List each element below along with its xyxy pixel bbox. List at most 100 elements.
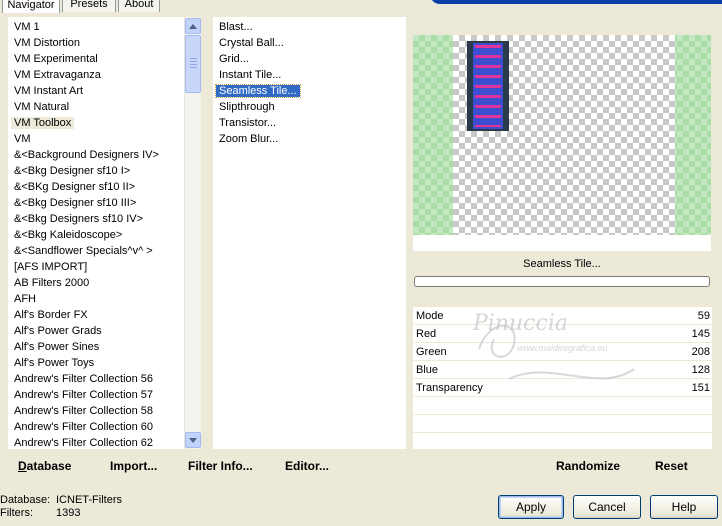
category-item[interactable]: &<Sandflower Specials^v^ > [11, 243, 156, 259]
category-item-label: VM Distortion [14, 37, 81, 49]
category-item[interactable]: Andrew's Filter Collection 56 [11, 371, 156, 387]
category-item[interactable]: VM Instant Art [11, 83, 86, 99]
category-item-label: Andrew's Filter Collection 62 [14, 437, 154, 449]
filter-list[interactable]: Blast... Crystal Ball... Grid... Instant Ti… [213, 17, 406, 449]
status-filters-label: Filters: [0, 507, 33, 519]
randomize-button[interactable]: Randomize [556, 459, 620, 473]
category-item-label: VM Instant Art [14, 85, 84, 97]
category-item-label: &<Background Designers IV> [14, 149, 159, 161]
filter-item[interactable]: Instant Tile... [216, 67, 284, 83]
status-database-label: Database: [0, 494, 51, 506]
param-value: 59 [697, 310, 710, 322]
category-item-label: Andrew's Filter Collection 57 [14, 389, 154, 401]
filter-item-label: Grid... [219, 53, 249, 65]
param-row [413, 433, 712, 451]
filter-item-label: Seamless Tile... [215, 84, 301, 98]
scroll-thumb[interactable] [185, 35, 201, 93]
tab-presets[interactable]: Presets [62, 0, 116, 12]
category-item[interactable]: &<Bkg Designer sf10 I> [11, 163, 133, 179]
param-label: Green [416, 346, 447, 358]
status-database-value: ICNET-Filters [56, 494, 122, 506]
preview-canvas[interactable] [413, 35, 711, 235]
filter-info-button[interactable]: Filter Info... [188, 459, 253, 473]
category-item[interactable]: AFH [11, 291, 39, 307]
filter-item[interactable]: Seamless Tile... [215, 83, 301, 99]
param-row[interactable]: Blue 128 [413, 361, 712, 379]
category-item[interactable]: [AFS IMPORT] [11, 259, 90, 275]
cancel-button[interactable]: Cancel [573, 495, 641, 519]
filter-item-label: Slipthrough [219, 101, 275, 113]
import-button[interactable]: Import... [110, 459, 157, 473]
category-item[interactable]: VM Experimental [11, 51, 101, 67]
database-button[interactable]: Database [18, 459, 71, 473]
category-item[interactable]: &<BKg Designer sf10 II> [11, 179, 138, 195]
category-item[interactable]: &<Background Designers IV> [11, 147, 162, 163]
scroll-down-button[interactable] [185, 432, 201, 448]
preview-filter-name: Seamless Tile... [523, 258, 601, 270]
category-list[interactable]: VM 1 VM Distortion VM Experimental VM Extra… [8, 17, 201, 449]
chevron-up-icon [189, 23, 197, 29]
category-item[interactable]: Andrew's Filter Collection 58 [11, 403, 156, 419]
category-item[interactable]: Andrew's Filter Collection 57 [11, 387, 156, 403]
editor-button[interactable]: Editor... [285, 459, 329, 473]
tab-about[interactable]: About [118, 0, 160, 12]
filter-item-label: Crystal Ball... [219, 37, 284, 49]
filter-item[interactable]: Crystal Ball... [216, 35, 287, 51]
category-scrollbar[interactable] [184, 17, 201, 449]
category-item-label: &<BKg Designer sf10 II> [14, 181, 136, 193]
param-label: Transparency [416, 382, 483, 394]
category-item[interactable]: VM Toolbox [11, 115, 75, 131]
param-value: 208 [691, 346, 710, 358]
category-item[interactable]: Alf's Power Grads [11, 323, 105, 339]
category-item-label: Alf's Power Grads [14, 325, 102, 337]
category-item-label: Andrew's Filter Collection 58 [14, 405, 154, 417]
category-item-label: &<Sandflower Specials^v^ > [14, 245, 153, 257]
status-filters-value: 1393 [56, 507, 81, 519]
category-item[interactable]: VM 1 [11, 19, 43, 35]
database-label-rest: atabase [26, 459, 72, 473]
help-button[interactable]: Help [650, 495, 718, 519]
param-row [413, 415, 712, 433]
apply-button[interactable]: Apply [498, 495, 564, 519]
category-item[interactable]: &<Bkg Designer sf10 III> [11, 195, 139, 211]
filter-item-label: Transistor... [219, 117, 277, 129]
param-row[interactable]: Red 145 [413, 325, 712, 343]
category-item-label: [AFS IMPORT] [14, 261, 88, 273]
category-item-label: AFH [14, 293, 36, 305]
category-item-label: VM Natural [14, 101, 70, 113]
category-item[interactable]: VM Distortion [11, 35, 83, 51]
category-item[interactable]: VM Natural [11, 99, 72, 115]
category-item[interactable]: VM [11, 131, 34, 147]
category-item[interactable]: Alf's Border FX [11, 307, 91, 323]
filter-item[interactable]: Blast... [216, 19, 256, 35]
tab-navigator[interactable]: Navigator [2, 0, 60, 13]
category-item[interactable]: Alf's Power Toys [11, 355, 97, 371]
param-value: 128 [691, 364, 710, 376]
category-item[interactable]: AB Filters 2000 [11, 275, 92, 291]
filter-item[interactable]: Grid... [216, 51, 252, 67]
category-item-label: &<Bkg Designers sf10 IV> [14, 213, 144, 225]
param-value: 145 [691, 328, 710, 340]
category-item[interactable]: &<Bkg Kaleidoscope> [11, 227, 125, 243]
category-item[interactable]: VM Extravaganza [11, 67, 104, 83]
filter-item[interactable]: Zoom Blur... [216, 131, 281, 147]
category-item[interactable]: Alf's Power Sines [11, 339, 102, 355]
category-item-label: VM Toolbox [11, 117, 75, 129]
filter-item[interactable]: Transistor... [216, 115, 279, 131]
reset-button[interactable]: Reset [655, 459, 688, 473]
param-table[interactable]: Mode 59 Red 145 Green 208 Blue 128 Transparency 1… [413, 307, 712, 451]
category-item[interactable]: &<Bkg Designers sf10 IV> [11, 211, 146, 227]
category-item[interactable]: Andrew's Filter Collection 60 [11, 419, 156, 435]
category-item[interactable]: Andrew's Filter Collection 62 [11, 435, 156, 451]
param-row[interactable]: Transparency 151 [413, 379, 712, 397]
param-row[interactable]: Mode 59 [413, 307, 712, 325]
filter-item-label: Zoom Blur... [219, 133, 279, 145]
param-label: Red [416, 328, 437, 340]
category-item-label: &<Bkg Designer sf10 III> [14, 197, 137, 209]
preview-gap [413, 235, 711, 251]
param-value: 151 [691, 382, 710, 394]
param-row[interactable]: Green 208 [413, 343, 712, 361]
filter-item-label: Instant Tile... [219, 69, 282, 81]
filter-item[interactable]: Slipthrough [216, 99, 278, 115]
scroll-up-button[interactable] [185, 18, 201, 34]
